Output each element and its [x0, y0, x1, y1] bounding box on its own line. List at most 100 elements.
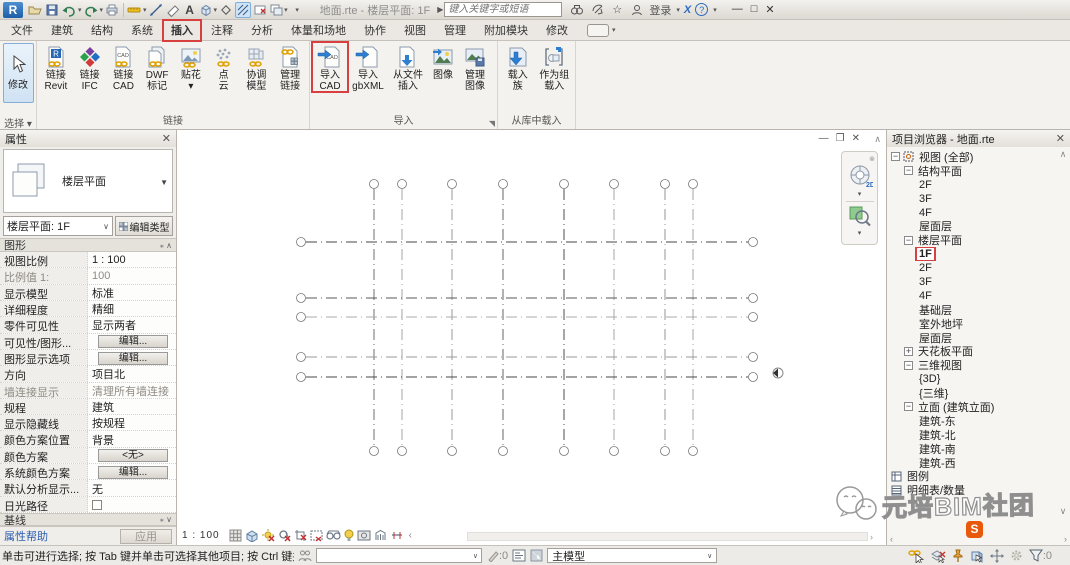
- help-caret-icon[interactable]: ▾: [713, 6, 717, 14]
- tree-item-1[interactable]: −结构平面: [887, 164, 1070, 178]
- instance-combobox[interactable]: 楼层平面: 1F ∨: [3, 216, 113, 236]
- tree-item-label[interactable]: 3F: [917, 276, 934, 288]
- manage-images-button[interactable]: 管理 图像: [458, 42, 492, 92]
- redo-button[interactable]: ▾: [83, 2, 104, 18]
- collapse-icon[interactable]: −: [891, 152, 900, 161]
- browser-scroll-down-icon[interactable]: ∨: [1060, 506, 1067, 517]
- tree-item-label[interactable]: 建筑-西: [917, 456, 958, 470]
- tree-item-21[interactable]: 建筑-南: [887, 442, 1070, 456]
- zoom-region-icon[interactable]: [848, 204, 872, 228]
- tree-item-7[interactable]: 1F: [887, 247, 1070, 261]
- view-restore-icon[interactable]: ❐: [836, 134, 845, 144]
- type-selector[interactable]: 楼层平面 ▼: [3, 149, 173, 213]
- point-cloud-button[interactable]: 点 云: [208, 42, 240, 92]
- tree-item-19[interactable]: 建筑-东: [887, 414, 1070, 428]
- view-caret-icon[interactable]: ▾: [214, 6, 218, 14]
- manage-links-button[interactable]: 管理 链接: [273, 42, 307, 92]
- project-browser-close-icon[interactable]: ✕: [1056, 132, 1065, 145]
- property-value[interactable]: [88, 497, 176, 512]
- undo-button[interactable]: ▾: [61, 2, 82, 18]
- aligned-dimension-button[interactable]: [148, 2, 164, 18]
- property-checkbox[interactable]: [92, 500, 102, 510]
- redo-caret-icon[interactable]: ▾: [100, 6, 104, 14]
- undo-caret-icon[interactable]: ▾: [78, 6, 82, 14]
- property-value[interactable]: 编辑...: [88, 464, 176, 479]
- tree-item-label[interactable]: 4F: [917, 207, 934, 219]
- property-edit-button[interactable]: 编辑...: [98, 466, 168, 479]
- tree-item-label[interactable]: 3F: [917, 193, 934, 205]
- expand-icon[interactable]: +: [904, 347, 913, 356]
- edit-type-button[interactable]: 编辑类型: [115, 216, 173, 236]
- panel-expander-icon[interactable]: ◥: [489, 119, 495, 128]
- view-close-icon[interactable]: ✕: [852, 134, 860, 144]
- maximize-button[interactable]: □: [751, 3, 758, 16]
- tree-item-label[interactable]: 室外地坪: [917, 317, 965, 331]
- communication-center-icon[interactable]: [589, 2, 605, 18]
- reveal-hidden-icon[interactable]: [344, 529, 354, 542]
- property-value[interactable]: 标准: [88, 285, 176, 300]
- property-edit-button[interactable]: 编辑...: [98, 352, 168, 365]
- tree-item-14[interactable]: +天花板平面: [887, 344, 1070, 358]
- signin-label[interactable]: 登录: [649, 2, 671, 18]
- tree-item-label[interactable]: 立面 (建筑立面): [916, 400, 996, 414]
- hide-analytical-model-icon[interactable]: [374, 529, 387, 542]
- property-value[interactable]: 编辑...: [88, 334, 176, 349]
- crop-view-icon[interactable]: [294, 529, 307, 542]
- print-button[interactable]: [104, 2, 120, 18]
- tree-item-24[interactable]: 明细表/数量: [887, 483, 1070, 497]
- load-as-group-button[interactable]: 作为组 载入: [536, 42, 573, 92]
- tree-item-13[interactable]: 屋面层: [887, 331, 1070, 345]
- close-hidden-windows-button[interactable]: [252, 2, 268, 18]
- save-button[interactable]: [44, 2, 60, 18]
- collapse-icon[interactable]: −: [904, 361, 913, 370]
- dwf-markup-button[interactable]: DWF 标记: [140, 42, 174, 92]
- property-value[interactable]: 建筑: [88, 399, 176, 414]
- open-button[interactable]: [27, 2, 43, 18]
- measure-caret-icon[interactable]: ▾: [143, 6, 147, 14]
- tree-item-label[interactable]: 图例: [905, 469, 931, 483]
- tree-item-label[interactable]: 楼层平面: [916, 233, 964, 247]
- zoom-caret-icon[interactable]: ▾: [858, 229, 862, 237]
- tree-item-18[interactable]: −立面 (建筑立面): [887, 400, 1070, 414]
- properties-close-icon[interactable]: ✕: [162, 132, 171, 145]
- tag-button[interactable]: [165, 2, 181, 18]
- tree-item-2[interactable]: 2F: [887, 178, 1070, 192]
- tree-item-11[interactable]: 基础层: [887, 303, 1070, 317]
- text-button[interactable]: A: [182, 2, 198, 18]
- tree-item-20[interactable]: 建筑-北: [887, 428, 1070, 442]
- search-icon[interactable]: [569, 2, 585, 18]
- tree-item-12[interactable]: 室外地坪: [887, 317, 1070, 331]
- link-panel-label[interactable]: 链接: [37, 115, 309, 129]
- tree-item-4[interactable]: 4F: [887, 206, 1070, 220]
- tree-item-label[interactable]: 明细表/数量: [905, 483, 967, 497]
- wheel-caret-icon[interactable]: ▾: [858, 190, 862, 198]
- select-panel-label[interactable]: 选择 ▾: [0, 115, 36, 129]
- decal-button[interactable]: 贴花 ▾: [174, 42, 208, 92]
- tree-item-label[interactable]: 4F: [917, 290, 934, 302]
- tab-12[interactable]: 修改: [537, 19, 577, 42]
- tree-item-0[interactable]: −视图 (全部): [887, 150, 1070, 164]
- design-options-pick-icon[interactable]: [530, 549, 543, 562]
- sun-path-icon[interactable]: [262, 529, 275, 542]
- hscroll-right-icon[interactable]: ›: [870, 532, 873, 542]
- properties-help-link[interactable]: 属性帮助: [4, 528, 48, 544]
- switch-windows-button[interactable]: ▾: [269, 2, 288, 18]
- tab-5[interactable]: 注释: [202, 19, 242, 42]
- insert-from-file-button[interactable]: 从文件 插入: [388, 42, 428, 92]
- tab-9[interactable]: 视图: [395, 19, 435, 42]
- tree-item-label[interactable]: 屋面层: [917, 331, 954, 345]
- infocenter-arrow-icon[interactable]: ▶: [437, 5, 443, 14]
- property-value[interactable]: 项目北: [88, 366, 176, 381]
- signin-caret-icon[interactable]: ▾: [676, 6, 680, 14]
- visual-style-icon[interactable]: [245, 529, 259, 542]
- shadows-icon[interactable]: [278, 529, 291, 542]
- select-by-face-icon[interactable]: [970, 549, 984, 563]
- tree-item-16[interactable]: {3D}: [887, 372, 1070, 386]
- signin-user-icon[interactable]: [629, 2, 645, 18]
- coordination-model-button[interactable]: 协调 模型: [240, 42, 274, 92]
- tab-2[interactable]: 结构: [82, 19, 122, 42]
- property-value[interactable]: 背景: [88, 431, 176, 446]
- tree-item-label[interactable]: {三维}: [917, 386, 950, 400]
- tree-item-label[interactable]: 2F: [917, 262, 934, 274]
- load-family-button[interactable]: 载入 族: [500, 42, 536, 92]
